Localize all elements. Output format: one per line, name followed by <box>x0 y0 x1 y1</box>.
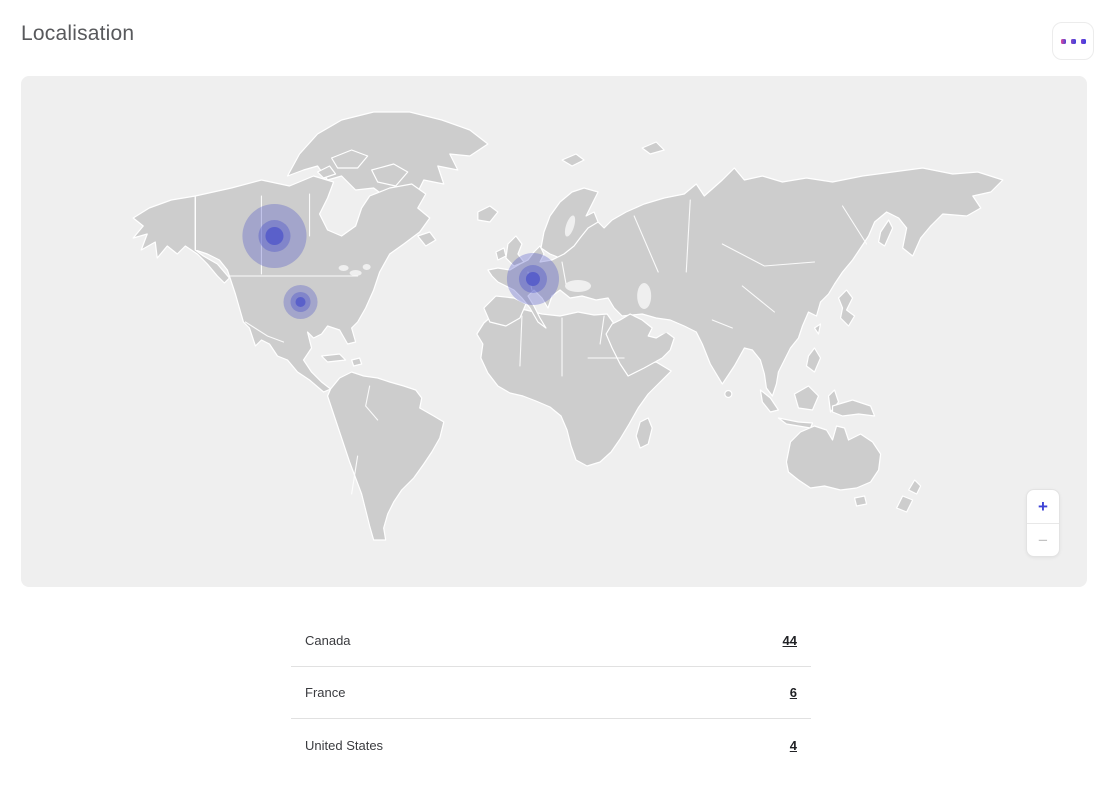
map-zoom-control: + − <box>1026 489 1060 557</box>
zoom-in-button[interactable]: + <box>1027 490 1059 523</box>
table-row-france: France 6 <box>291 667 811 719</box>
map-land <box>133 112 1003 540</box>
bubble-circle <box>296 297 306 307</box>
country-label: United States <box>305 738 383 753</box>
country-value-link[interactable]: 44 <box>783 633 797 648</box>
country-label: France <box>305 685 345 700</box>
table-row-united-states: United States 4 <box>291 719 811 771</box>
country-table: Canada 44 France 6 United States 4 <box>291 615 811 771</box>
world-map[interactable]: + − <box>21 76 1087 587</box>
page-title: Localisation <box>21 22 134 46</box>
map-bubble-canada[interactable] <box>242 204 306 268</box>
table-row-canada: Canada 44 <box>291 615 811 667</box>
country-value-link[interactable]: 6 <box>790 685 797 700</box>
country-label: Canada <box>305 633 351 648</box>
ellipsis-icon <box>1061 39 1086 44</box>
card-menu-button[interactable] <box>1052 22 1094 60</box>
map-bubble-france[interactable] <box>507 253 559 305</box>
bubble-circle <box>526 272 540 286</box>
zoom-out-button[interactable]: − <box>1027 523 1059 556</box>
country-value-link[interactable]: 4 <box>790 738 797 753</box>
card-header: Localisation <box>0 0 1102 76</box>
map-bubble-united-states[interactable] <box>283 285 317 319</box>
bubble-circle <box>265 227 283 245</box>
